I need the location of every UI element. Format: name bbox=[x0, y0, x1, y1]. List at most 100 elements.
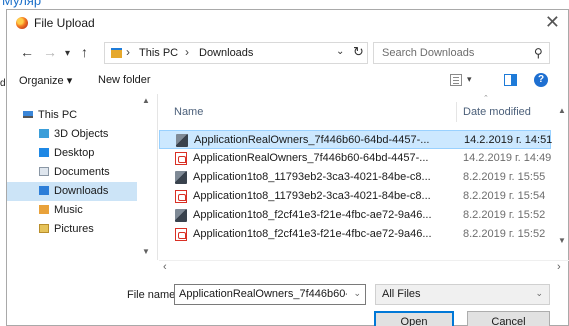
dialog-title: File Upload bbox=[34, 16, 95, 30]
column-header-name[interactable]: Name bbox=[174, 106, 203, 118]
file-row[interactable]: ApplicationRealOwners_7f446b60-64bd-4457… bbox=[159, 130, 553, 149]
column-divider[interactable] bbox=[456, 102, 457, 122]
music-icon bbox=[39, 205, 49, 214]
breadcrumb-separator-icon[interactable]: › bbox=[126, 45, 130, 59]
file-row[interactable]: Application1to8_11793eb2-3ca3-4021-84be-… bbox=[159, 168, 551, 187]
file-date-modified: 14.2.2019 г. 14:51 bbox=[464, 134, 553, 146]
open-button[interactable]: Open bbox=[374, 311, 454, 326]
file-upload-dialog: File Upload ✕ ← → ▾ ↑ › This PC › Downlo… bbox=[6, 9, 569, 326]
file-date-modified: 8.2.2019 г. 15:52 bbox=[463, 228, 546, 240]
sort-indicator-icon: ⌃ bbox=[483, 95, 489, 102]
documents-icon bbox=[39, 167, 49, 176]
file-date-modified: 8.2.2019 г. 15:54 bbox=[463, 190, 546, 202]
tree-item[interactable]: Music bbox=[7, 201, 137, 220]
tree-item[interactable]: Downloads bbox=[7, 182, 137, 201]
scroll-left-icon[interactable]: ‹ bbox=[163, 261, 167, 273]
pictures-icon bbox=[39, 224, 49, 233]
search-input[interactable]: Search Downloads ⚲ bbox=[373, 42, 550, 64]
this-pc-icon bbox=[23, 111, 33, 118]
file-date-modified: 8.2.2019 г. 15:55 bbox=[463, 171, 546, 183]
file-name-value[interactable]: ApplicationRealOwners_7f446b60-64bd-4457… bbox=[179, 288, 347, 300]
file-date-modified: 8.2.2019 г. 15:52 bbox=[463, 209, 546, 221]
file-row[interactable]: ApplicationRealOwners_7f446b60-64bd-4457… bbox=[159, 149, 551, 168]
file-row[interactable]: Application1to8_f2cf41e3-f21e-4fbc-ae72-… bbox=[159, 225, 551, 244]
pdf-file-icon bbox=[175, 152, 187, 165]
pdf-file-icon bbox=[175, 190, 187, 203]
tree-item-label: Pictures bbox=[54, 223, 94, 235]
firefox-icon bbox=[16, 17, 28, 29]
tree-scrollbar[interactable]: ▲ ▼ bbox=[138, 94, 155, 260]
scroll-down-icon[interactable]: ▼ bbox=[558, 236, 566, 245]
navigation-tree: This PC 3D Objects Desktop Documents Downloa… bbox=[7, 94, 155, 260]
tree-item-label: 3D Objects bbox=[54, 128, 109, 140]
tree-item[interactable]: Pictures bbox=[7, 220, 137, 239]
title-bar: File Upload ✕ bbox=[7, 10, 568, 36]
scroll-up-icon[interactable]: ▲ bbox=[558, 106, 566, 115]
application-file-icon bbox=[176, 134, 188, 147]
downloads-icon bbox=[39, 186, 49, 195]
file-list: ⌃ Name Date modified ApplicationRealOwne… bbox=[159, 94, 569, 260]
pane-splitter[interactable] bbox=[157, 94, 158, 260]
address-bar[interactable]: › This PC › Downloads ⌄ ↻ bbox=[104, 42, 368, 64]
preview-pane-icon[interactable] bbox=[504, 74, 517, 86]
application-file-icon bbox=[175, 171, 187, 184]
file-type-dropdown-icon[interactable]: ⌄ bbox=[535, 288, 543, 299]
address-dropdown-icon[interactable]: ⌄ bbox=[336, 46, 344, 57]
scroll-up-icon[interactable]: ▲ bbox=[142, 96, 150, 105]
cancel-button[interactable]: Cancel bbox=[467, 311, 550, 326]
file-name: Application1to8_f2cf41e3-f21e-4fbc-ae72-… bbox=[193, 228, 432, 240]
horizontal-scrollbar[interactable]: ‹ › bbox=[159, 260, 569, 274]
tree-item-label: Downloads bbox=[54, 185, 109, 197]
up-arrow-icon[interactable]: ↑ bbox=[81, 43, 88, 61]
forward-arrow-icon[interactable]: → bbox=[43, 43, 57, 61]
column-header-date-modified[interactable]: Date modified bbox=[463, 106, 531, 118]
breadcrumb-downloads[interactable]: Downloads bbox=[199, 47, 253, 59]
file-name: Application1to8_11793eb2-3ca3-4021-84be-… bbox=[193, 190, 431, 202]
background-page-text: Муляр bbox=[2, 0, 42, 8]
desktop-icon bbox=[39, 148, 49, 157]
tree-item[interactable]: Desktop bbox=[7, 144, 137, 163]
scroll-right-icon[interactable]: › bbox=[557, 261, 561, 273]
tree-item-label: This PC bbox=[38, 109, 78, 121]
tree-item[interactable]: Documents bbox=[7, 163, 137, 182]
3d-objects-icon bbox=[39, 129, 49, 138]
file-name-dropdown-icon[interactable]: ⌄ bbox=[353, 288, 361, 299]
file-type-select[interactable]: All Files ⌄ bbox=[375, 284, 550, 305]
search-icon[interactable]: ⚲ bbox=[534, 46, 543, 60]
navigation-bar: ← → ▾ ↑ › This PC › Downloads ⌄ ↻ Search… bbox=[7, 40, 568, 66]
tree-item[interactable]: 3D Objects bbox=[7, 125, 137, 144]
application-file-icon bbox=[175, 209, 187, 222]
tree-item-label: Documents bbox=[54, 166, 110, 178]
file-date-modified: 14.2.2019 г. 14:49 bbox=[463, 152, 552, 164]
file-type-value: All Files bbox=[382, 288, 421, 300]
change-view-icon[interactable] bbox=[450, 74, 462, 86]
recent-locations-icon[interactable]: ▾ bbox=[65, 45, 70, 63]
close-icon[interactable]: ✕ bbox=[545, 11, 560, 33]
downloads-folder-icon bbox=[111, 48, 122, 58]
view-options-dropdown-icon[interactable]: ▾ bbox=[467, 74, 472, 85]
scroll-down-icon[interactable]: ▼ bbox=[142, 247, 150, 256]
file-name: Application1to8_f2cf41e3-f21e-4fbc-ae72-… bbox=[193, 209, 432, 221]
back-arrow-icon[interactable]: ← bbox=[20, 43, 34, 61]
file-name: Application1to8_11793eb2-3ca3-4021-84be-… bbox=[193, 171, 431, 183]
new-folder-button[interactable]: New folder bbox=[98, 74, 151, 86]
breadcrumb-separator-icon[interactable]: › bbox=[185, 45, 189, 59]
help-icon[interactable]: ? bbox=[534, 73, 548, 87]
file-name-field[interactable]: ApplicationRealOwners_7f446b60-64bd-4457… bbox=[174, 284, 366, 305]
file-name: ApplicationRealOwners_7f446b60-64bd-4457… bbox=[193, 152, 429, 164]
tree-item[interactable]: This PC bbox=[7, 106, 137, 125]
tree-item-label: Music bbox=[54, 204, 83, 216]
breadcrumb-this-pc[interactable]: This PC bbox=[139, 47, 178, 59]
file-name: ApplicationRealOwners_7f446b60-64bd-4457… bbox=[194, 134, 430, 146]
file-list-scrollbar[interactable]: ▲ ▼ bbox=[554, 94, 569, 260]
pdf-file-icon bbox=[175, 228, 187, 241]
refresh-icon[interactable]: ↻ bbox=[353, 44, 364, 60]
file-row[interactable]: Application1to8_f2cf41e3-f21e-4fbc-ae72-… bbox=[159, 206, 551, 225]
file-name-label: File name: bbox=[127, 289, 179, 301]
tree-item-label: Desktop bbox=[54, 147, 95, 159]
search-placeholder: Search Downloads bbox=[382, 47, 475, 59]
background-page-text-left: d bbox=[0, 78, 6, 89]
file-row[interactable]: Application1to8_11793eb2-3ca3-4021-84be-… bbox=[159, 187, 551, 206]
command-bar: Organize ▾ New folder ▾ ? bbox=[7, 70, 568, 92]
organize-button[interactable]: Organize ▾ bbox=[19, 74, 72, 87]
